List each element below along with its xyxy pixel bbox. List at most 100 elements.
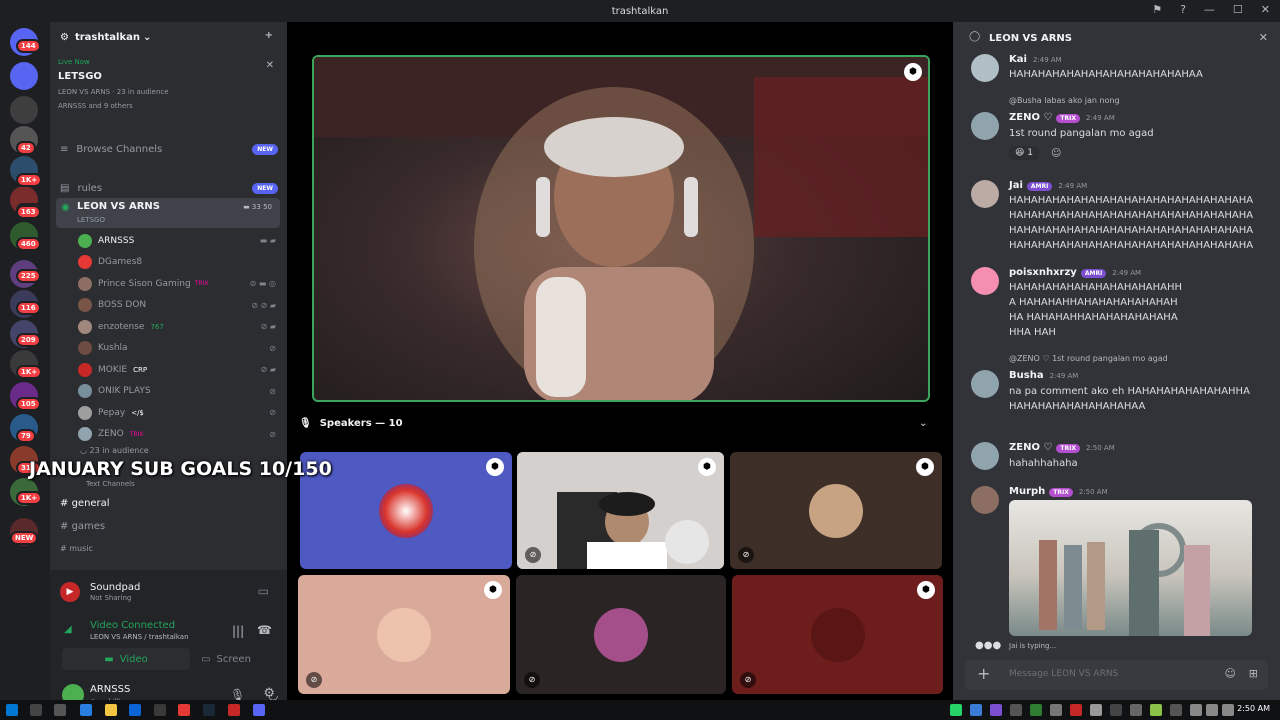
speaker-tile[interactable]: ⬢ ⊘ xyxy=(730,452,942,569)
voice-channel-leon-vs-arns[interactable]: ◉ LEON VS ARNS LETSGO ▬ 33 50 xyxy=(56,198,280,228)
member-row[interactable]: ONIK PLAYS ⊘ xyxy=(78,381,280,403)
tray-icon[interactable] xyxy=(1010,704,1022,716)
channel-music[interactable]: # music xyxy=(60,544,93,553)
avatar[interactable] xyxy=(971,112,999,140)
close-icon[interactable]: ✕ xyxy=(1259,31,1268,44)
member-row[interactable]: BOSS DON ⊘ ⊘ ▰ xyxy=(78,295,280,317)
task-view-icon[interactable] xyxy=(54,704,66,716)
store-icon[interactable] xyxy=(154,704,166,716)
server-trashtalkan[interactable] xyxy=(10,62,38,90)
youtube-icon[interactable] xyxy=(228,704,240,716)
avatar[interactable] xyxy=(971,486,999,514)
disconnect-icon[interactable]: ☎ xyxy=(257,623,272,637)
avatar xyxy=(78,276,92,291)
tray-icon[interactable] xyxy=(1090,704,1102,716)
text-channels-header[interactable]: Text Channels xyxy=(86,480,135,488)
chevron-down-icon[interactable]: ⌄ xyxy=(919,418,927,429)
screen-button[interactable]: ▭ Screen xyxy=(176,648,276,670)
windows-start-icon[interactable] xyxy=(6,704,18,716)
outlook-icon[interactable] xyxy=(129,704,141,716)
file-explorer-icon[interactable] xyxy=(105,704,117,716)
maximize-button[interactable]: ☐ xyxy=(1233,3,1243,16)
server-icon[interactable] xyxy=(10,96,38,124)
speaker-tile[interactable]: ⬢ ⊘ xyxy=(298,575,510,694)
channel-games[interactable]: # games xyxy=(60,521,105,532)
apps-icon[interactable]: ⊞ xyxy=(1249,667,1258,680)
inbox-icon[interactable]: ⚑ xyxy=(1152,3,1162,16)
member-row[interactable]: Pepay </$ ⊘ xyxy=(78,402,280,424)
avatar[interactable] xyxy=(971,267,999,295)
settings-icon[interactable]: ⚙ xyxy=(263,686,275,701)
chrome-icon[interactable] xyxy=(178,704,190,716)
soundboard-icon[interactable]: ||| xyxy=(232,624,244,638)
close-button[interactable]: ✕ xyxy=(1261,3,1270,16)
audience-count[interactable]: ◡ 23 in audience xyxy=(80,446,149,455)
image-attachment[interactable] xyxy=(1009,500,1252,636)
msg-author[interactable]: Kai xyxy=(1009,54,1027,65)
search-icon[interactable] xyxy=(30,704,42,716)
discord-icon[interactable] xyxy=(253,704,265,716)
browse-channels[interactable]: ≡ Browse Channels NEW xyxy=(60,139,278,159)
typing-indicator: Jai is typing... xyxy=(1009,642,1057,650)
tray-icon[interactable] xyxy=(1130,704,1142,716)
tray-icon[interactable] xyxy=(1070,704,1082,716)
member-row[interactable]: DGames8 xyxy=(78,252,280,274)
tray-icon[interactable] xyxy=(970,704,982,716)
help-icon[interactable]: ? xyxy=(1180,3,1186,16)
screen-share-icon[interactable]: ▭ xyxy=(258,584,269,598)
channel-general[interactable]: # general xyxy=(60,498,110,509)
member-row[interactable]: enzotense 767 ⊘ ▰ xyxy=(78,316,280,338)
member-row[interactable]: MOKIE CRP ⊘ ▰ xyxy=(78,359,280,381)
main-video[interactable]: ⬢ xyxy=(312,55,930,402)
emoji-icon[interactable]: ☺ xyxy=(1225,667,1236,680)
battery-icon[interactable] xyxy=(1222,704,1234,716)
steam-icon[interactable] xyxy=(203,704,215,716)
message-input[interactable]: + Message LEON VS ARNS ☺ ⊞ xyxy=(965,660,1268,690)
member-row[interactable]: Kushla ⊘ xyxy=(78,338,280,360)
server-header[interactable]: ⚙ trashtalkan ⌄ + xyxy=(50,22,287,52)
member-row[interactable]: ARNSSS ▬ ▰ xyxy=(78,230,280,252)
speaker-tile[interactable]: ⬢ ⊘ xyxy=(732,575,943,694)
add-reaction-icon[interactable]: ☺ xyxy=(1051,148,1061,159)
speaker-tile[interactable]: ⬢ ⊘ xyxy=(517,452,724,569)
reaction[interactable]: 😆 1 xyxy=(1009,146,1039,160)
avatar[interactable] xyxy=(971,370,999,398)
speaker-tile[interactable]: ⊘ xyxy=(516,575,726,694)
msg-author[interactable]: poisxnhxrzy xyxy=(1009,267,1077,278)
edge-icon[interactable] xyxy=(80,704,92,716)
avatar xyxy=(809,483,863,538)
add-attachment-icon[interactable]: + xyxy=(977,664,990,683)
channel-rules[interactable]: ▤ rules NEW xyxy=(60,178,278,198)
speakers-header[interactable]: 🎙 Speakers — 10 ⌄ xyxy=(299,418,927,429)
volume-icon[interactable] xyxy=(1206,704,1218,716)
member-row[interactable]: Prince Sison Gaming TRIX ⊘ ▬ ◎ xyxy=(78,273,280,295)
member-row[interactable]: ZENO TRIX ⊘ xyxy=(78,424,280,446)
msg-author[interactable]: ZENO ♡ xyxy=(1009,112,1052,123)
msg-reply[interactable]: @ZENO ♡ 1st round pangalan mo agad xyxy=(1009,354,1168,363)
live-stage-card[interactable]: Live Now LETSGO LEON VS ARNS · 23 in aud… xyxy=(58,58,280,110)
avatar[interactable] xyxy=(971,180,999,208)
msg-reply[interactable]: @Busha labas ako jan nong xyxy=(1009,96,1120,105)
tray-icon[interactable] xyxy=(1150,704,1162,716)
msg-tag: AMRI xyxy=(1026,182,1053,191)
msg-author[interactable]: ZENO ♡ xyxy=(1009,442,1052,453)
unread-badge: 1K+ xyxy=(16,173,43,187)
msg-author[interactable]: Busha xyxy=(1009,370,1044,381)
msg-author[interactable]: Murph xyxy=(1009,486,1045,497)
tray-icon[interactable] xyxy=(990,704,1002,716)
tray-icon[interactable] xyxy=(1170,704,1182,716)
avatar[interactable] xyxy=(971,442,999,470)
avatar[interactable] xyxy=(971,54,999,82)
tray-icon[interactable] xyxy=(1110,704,1122,716)
clock[interactable]: 2:50 AM xyxy=(1237,704,1270,713)
tray-icon[interactable] xyxy=(1030,704,1042,716)
tray-icon[interactable] xyxy=(950,704,962,716)
soundpad-activity[interactable]: ▶ Soundpad Not Sharing ▭ xyxy=(50,570,287,610)
close-icon[interactable]: ✕ xyxy=(266,60,274,71)
minimize-button[interactable]: — xyxy=(1204,3,1215,16)
video-button[interactable]: ▬ Video xyxy=(62,648,190,670)
msg-author[interactable]: Jai xyxy=(1009,180,1023,191)
tray-icon[interactable] xyxy=(1050,704,1062,716)
wifi-icon[interactable] xyxy=(1190,704,1202,716)
add-member-icon[interactable]: + xyxy=(265,30,273,41)
